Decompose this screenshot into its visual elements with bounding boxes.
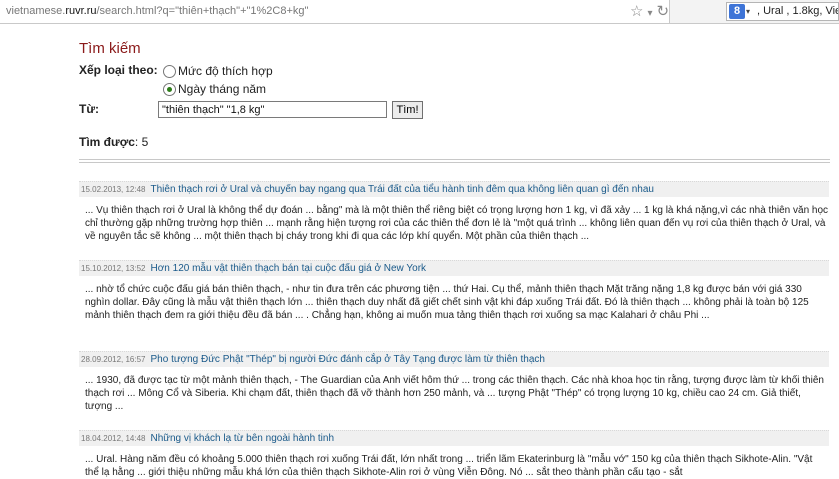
search-button[interactable]: Tìm!: [392, 101, 423, 119]
result-title-link[interactable]: Những vị khách lạ từ bên ngoài hành tinh: [151, 433, 335, 444]
result-header: 28.09.2012, 16:57 Pho tượng Đức Phật "Th…: [79, 351, 829, 367]
divider: [79, 159, 830, 163]
browser-search-box[interactable]: 8 ▾ , Ural , 1.8kg, Vietnam: [726, 2, 839, 21]
sort-label: Xếp loại theo:: [79, 63, 158, 77]
url-path: /search.html?q="thiên+thạch"+"1%2C8+kg": [96, 5, 309, 17]
radio-relevance[interactable]: [163, 64, 176, 78]
result-title-link[interactable]: Thiên thạch rơi ở Ural và chuyến bay nga…: [151, 184, 654, 195]
search-result: 15.10.2012, 13:52 Hơn 120 mẫu vật thiên …: [79, 260, 829, 322]
sort-option-label: Mức độ thích hợp: [178, 64, 273, 78]
sort-option-label: Ngày tháng năm: [178, 82, 267, 96]
result-snippet: ... Vụ thiên thạch rơi ở Ural là không t…: [85, 205, 829, 242]
result-date: 28.09.2012, 16:57: [81, 355, 146, 364]
found-count: : 5: [134, 135, 149, 149]
results-count: Tìm được: 5: [79, 135, 148, 149]
radio-date[interactable]: [163, 82, 176, 96]
dropdown-arrow-icon[interactable]: ▾: [647, 8, 652, 19]
result-date: 15.10.2012, 13:52: [81, 264, 146, 273]
result-header: 15.10.2012, 13:52 Hơn 120 mẫu vật thiên …: [79, 260, 829, 276]
query-label: Từ:: [79, 102, 100, 116]
url-prefix: vietnamese.: [6, 5, 66, 17]
found-label: Tìm được: [79, 135, 135, 149]
result-header: 18.04.2012, 14:48 Những vị khách lạ từ b…: [79, 430, 829, 446]
result-title-link[interactable]: Hơn 120 mẫu vật thiên thạch bán tại cuộc…: [151, 263, 427, 274]
bookmark-star-icon[interactable]: ☆: [630, 3, 643, 20]
search-engine-dropdown-icon[interactable]: ▾: [746, 3, 750, 20]
search-result: 15.02.2013, 12:48 Thiên thạch rơi ở Ural…: [79, 181, 829, 243]
sort-option-date[interactable]: Ngày tháng năm: [163, 82, 266, 96]
result-snippet: ... nhờ tổ chức cuộc đấu giá bán thiên t…: [85, 284, 809, 321]
address-bar-icons: ☆ ▾ ↻: [630, 2, 673, 20]
address-bar[interactable]: vietnamese.ruvr.ru/search.html?q="thiên+…: [0, 0, 670, 23]
result-snippet: ... Ural. Hàng năm đều có khoảng 5.000 t…: [85, 454, 813, 478]
result-title-link[interactable]: Pho tượng Đức Phật "Thép" bị người Đức đ…: [151, 354, 545, 365]
search-result: 28.09.2012, 16:57 Pho tượng Đức Phật "Th…: [79, 351, 829, 413]
browser-toolbar: vietnamese.ruvr.ru/search.html?q="thiên+…: [0, 0, 839, 24]
search-input[interactable]: [158, 101, 387, 118]
result-snippet: ... 1930, đã được tạc từ một mảnh thiên …: [85, 375, 824, 412]
result-header: 15.02.2013, 12:48 Thiên thạch rơi ở Ural…: [79, 181, 829, 197]
google-icon[interactable]: 8: [729, 4, 745, 19]
result-date: 15.02.2013, 12:48: [81, 185, 146, 194]
reload-icon[interactable]: ↻: [656, 3, 669, 20]
browser-search-text: , Ural , 1.8kg, Vietnam: [757, 5, 838, 17]
result-date: 18.04.2012, 14:48: [81, 434, 146, 443]
page-title: Tìm kiếm: [79, 40, 141, 57]
url-domain: ruvr.ru: [65, 5, 97, 17]
sort-option-relevance[interactable]: Mức độ thích hợp: [163, 64, 273, 78]
search-result: 18.04.2012, 14:48 Những vị khách lạ từ b…: [79, 430, 829, 479]
